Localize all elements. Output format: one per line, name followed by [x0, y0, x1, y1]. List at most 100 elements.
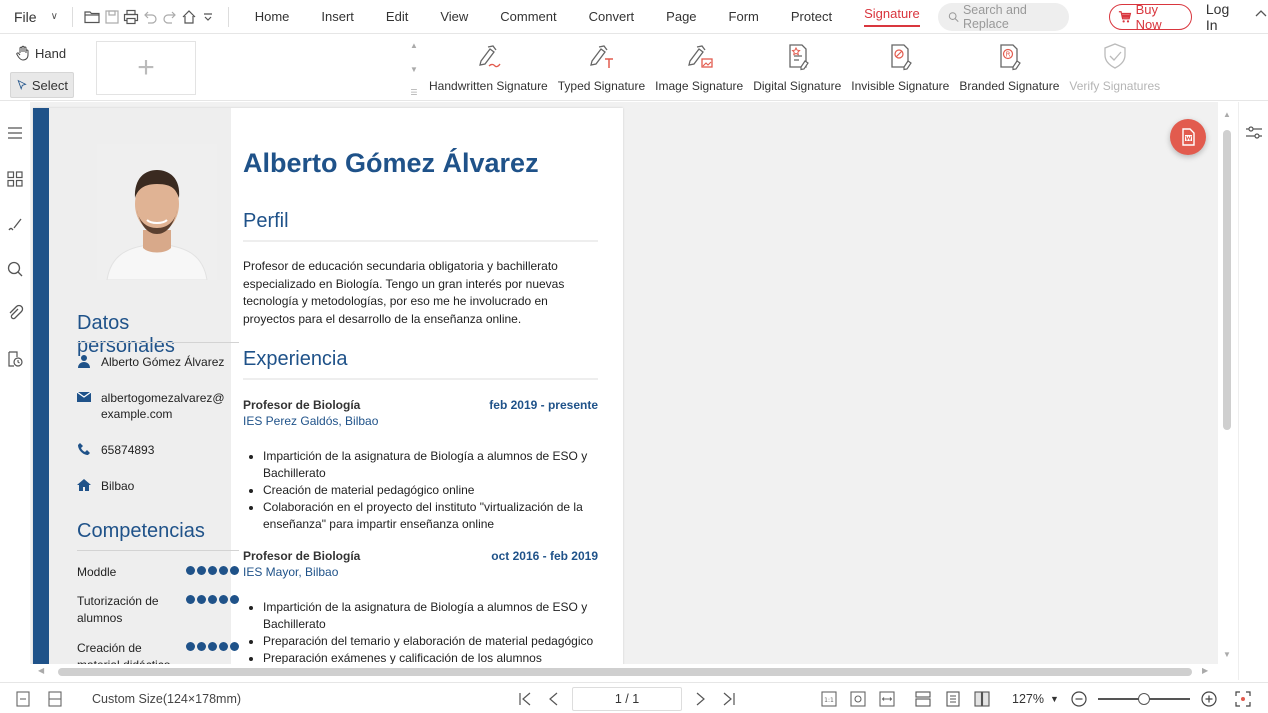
handwritten-signature-button[interactable]: Handwritten Signature	[424, 37, 553, 99]
convert-to-word-button[interactable]	[1170, 119, 1206, 155]
menu-home[interactable]: Home	[239, 0, 306, 34]
scroll-down-icon[interactable]: ▼	[1223, 650, 1231, 659]
ribbon-gallery-scroller[interactable]: ▲ ▼ ☰	[408, 41, 420, 97]
branded-signature-button[interactable]: R Branded Signature	[954, 37, 1064, 99]
collapse-ribbon-icon[interactable]	[1254, 7, 1268, 26]
login-link[interactable]: Log In	[1206, 1, 1240, 33]
signature-ribbon: Hand Select + ▲ ▼ ☰ Handwritten Signatur…	[0, 35, 1268, 101]
menu-lines-icon[interactable]	[4, 122, 26, 144]
vertical-scrollbar[interactable]: ▲ ▼	[1218, 102, 1238, 664]
scroll-up-icon[interactable]: ▲	[1223, 110, 1231, 119]
hand-label: Hand	[35, 45, 67, 61]
divider	[243, 378, 598, 380]
plus-icon: +	[137, 51, 155, 84]
status-bar: Custom Size(124×178mm) 1 / 1 1:1 127% ▼	[0, 682, 1268, 713]
triangle-down-icon: ▼	[1049, 694, 1059, 704]
invisible-signature-button[interactable]: Invisible Signature	[846, 37, 954, 99]
menu-convert-label: Convert	[588, 9, 635, 24]
divider	[77, 342, 239, 343]
quick-access-dropdown-icon[interactable]	[199, 6, 218, 28]
properties-panel-icon[interactable]	[1245, 124, 1263, 142]
cart-icon	[1118, 10, 1131, 22]
search-icon[interactable]	[4, 258, 26, 280]
menu-view[interactable]: View	[424, 0, 484, 34]
gallery-expand-icon[interactable]: ☰	[410, 88, 417, 97]
menu-comment[interactable]: Comment	[484, 0, 572, 34]
scroll-left-icon[interactable]: ◀	[38, 666, 44, 675]
menu-form[interactable]: Form	[713, 0, 775, 34]
menu-convert[interactable]: Convert	[573, 0, 651, 34]
next-page-icon[interactable]	[691, 688, 709, 710]
buy-now-button[interactable]: Buy Now	[1108, 2, 1192, 32]
typed-signature-button[interactable]: Typed Signature	[553, 37, 650, 99]
pdf-editor-window: File ∨ Home Insert Edit View Comment Con…	[0, 0, 1268, 713]
first-page-icon[interactable]	[516, 688, 534, 710]
branded-signature-icon: R	[1000, 44, 1022, 71]
menu-edit[interactable]: Edit	[370, 0, 424, 34]
zoom-level-dropdown[interactable]: 127% ▼	[1012, 688, 1059, 710]
skill-row: Creación de material didáctico	[77, 640, 239, 664]
menu-protect[interactable]: Protect	[775, 0, 848, 34]
last-page-icon[interactable]	[720, 688, 738, 710]
job-bullet: Impartición de la asignatura de Biología…	[263, 448, 598, 482]
select-cursor-icon	[17, 79, 27, 90]
personal-name-text: Alberto Gómez Álvarez	[101, 355, 225, 369]
home-shortcut-icon[interactable]	[179, 6, 198, 28]
page-layout-single-icon[interactable]	[14, 688, 32, 710]
resume-left-column: Datos personales Alberto Gómez Álvarez a…	[49, 108, 239, 664]
add-signature-button[interactable]: +	[96, 41, 196, 95]
page-layout-continuous-icon[interactable]	[46, 688, 64, 710]
single-page-view-icon[interactable]	[914, 688, 932, 710]
experience-heading: Experiencia	[243, 348, 348, 370]
scroll-right-icon[interactable]: ▶	[1202, 666, 1208, 675]
fit-width-icon[interactable]	[878, 688, 896, 710]
page-history-icon[interactable]	[4, 348, 26, 370]
menu-signature[interactable]: Signature	[848, 0, 936, 34]
job-title: Profesor de Biología	[243, 398, 361, 412]
signature-buttons: Handwritten Signature Typed Signature Im…	[424, 37, 1165, 99]
save-icon[interactable]	[102, 6, 121, 28]
scrolling-view-icon[interactable]	[944, 688, 962, 710]
job-dates: oct 2016 - feb 2019	[491, 549, 598, 563]
undo-icon[interactable]	[141, 6, 160, 28]
zoom-slider-knob[interactable]	[1138, 693, 1150, 705]
triangle-up-icon[interactable]: ▲	[410, 41, 418, 50]
menu-form-label: Form	[728, 9, 759, 24]
thumbnails-icon[interactable]	[4, 168, 26, 190]
home-icon	[77, 478, 93, 494]
job-bullet: Impartición de la asignatura de Biología…	[263, 599, 598, 633]
hand-tool-button[interactable]: Hand	[10, 40, 71, 66]
digital-signature-button[interactable]: Digital Signature	[748, 37, 846, 99]
fit-page-icon[interactable]	[849, 688, 867, 710]
document-viewport[interactable]: Datos personales Alberto Gómez Álvarez a…	[30, 102, 1238, 664]
invisible-signature-label: Invisible Signature	[851, 79, 950, 93]
zoom-in-icon[interactable]	[1200, 688, 1218, 710]
select-tool-button[interactable]: Select	[10, 72, 74, 98]
signature-pen-icon[interactable]	[4, 214, 26, 236]
file-menu[interactable]: File ∨	[14, 9, 58, 25]
skill-row: Moddle	[77, 564, 239, 581]
print-icon[interactable]	[121, 6, 140, 28]
search-input[interactable]: Search and Replace	[937, 2, 1069, 31]
horizontal-scrollbar[interactable]: ◀ ▶	[30, 664, 1218, 680]
zoom-out-icon[interactable]	[1070, 688, 1088, 710]
horizontal-scroll-thumb[interactable]	[58, 668, 1192, 676]
invisible-signature-icon	[891, 44, 913, 71]
fullscreen-icon[interactable]	[1234, 688, 1252, 710]
vertical-scroll-thumb[interactable]	[1223, 130, 1231, 430]
menu-bar: File ∨ Home Insert Edit View Comment Con…	[0, 0, 1268, 34]
menu-page[interactable]: Page	[650, 0, 712, 34]
verify-signatures-button[interactable]: Verify Signatures	[1064, 37, 1165, 99]
menu-insert[interactable]: Insert	[305, 0, 370, 34]
actual-size-icon[interactable]: 1:1	[820, 688, 838, 710]
image-signature-button[interactable]: Image Signature	[650, 37, 748, 99]
triangle-down-icon[interactable]: ▼	[410, 65, 418, 74]
previous-page-icon[interactable]	[545, 688, 563, 710]
two-page-view-icon[interactable]	[973, 688, 991, 710]
svg-text:R: R	[1006, 51, 1011, 59]
redo-icon[interactable]	[160, 6, 179, 28]
open-folder-icon[interactable]	[83, 6, 102, 28]
zoom-slider[interactable]	[1098, 693, 1190, 705]
attachment-icon[interactable]	[4, 302, 26, 324]
page-number-input[interactable]: 1 / 1	[572, 687, 682, 711]
